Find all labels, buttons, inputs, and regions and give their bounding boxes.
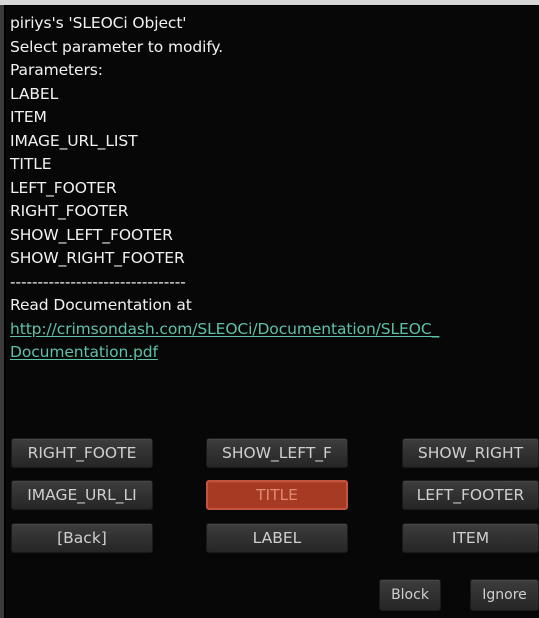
parameter-show-left-footer: SHOW_LEFT_FOOTER <box>10 225 173 244</box>
dialog-message: piriys's 'SLEOCi Object' Select paramete… <box>10 12 538 365</box>
parameter-show-right-footer: SHOW_RIGHT_FOOTER <box>10 249 185 267</box>
parameter-right-footer: RIGHT_FOOTER <box>10 202 129 220</box>
parameter-image-url-list: IMAGE_URL_LIST <box>10 131 138 150</box>
button-show-left-footer[interactable]: SHOW_LEFT_F <box>206 438 348 468</box>
ignore-button[interactable]: Ignore <box>470 579 539 611</box>
back-button[interactable]: [Back] <box>11 523 153 553</box>
parameter-item: ITEM <box>10 108 47 126</box>
button-right-footer[interactable]: RIGHT_FOOTE <box>11 438 153 468</box>
left-border <box>0 5 4 618</box>
documentation-link-continued[interactable]: Documentation.pdf <box>10 341 538 365</box>
parameter-label: LABEL <box>10 84 59 103</box>
button-show-right-footer[interactable]: SHOW_RIGHT <box>402 438 539 468</box>
dialog-title-line: piriys's 'SLEOCi Object' <box>10 14 187 32</box>
parameter-title: TITLE <box>10 155 52 173</box>
top-border <box>0 0 539 5</box>
block-button[interactable]: Block <box>379 579 441 611</box>
button-title[interactable]: TITLE <box>206 480 348 510</box>
documentation-label: Read Documentation at <box>10 296 192 314</box>
parameter-left-footer: LEFT_FOOTER <box>10 178 117 197</box>
button-item[interactable]: ITEM <box>402 523 539 553</box>
button-left-footer[interactable]: LEFT_FOOTER <box>402 480 539 510</box>
parameters-heading: Parameters: <box>10 61 103 79</box>
documentation-link[interactable]: http://crimsondash.com/SLEOCi/Documentat… <box>10 318 538 342</box>
script-dialog: piriys's 'SLEOCi Object' Select paramete… <box>6 6 539 618</box>
dialog-prompt-line: Select parameter to modify. <box>10 37 224 56</box>
dialog-window: piriys's 'SLEOCi Object' Select paramete… <box>0 0 539 618</box>
button-image-url-list[interactable]: IMAGE_URL_LI <box>11 480 153 510</box>
button-label[interactable]: LABEL <box>206 523 348 553</box>
separator-line: -------------------------------- <box>10 272 186 291</box>
